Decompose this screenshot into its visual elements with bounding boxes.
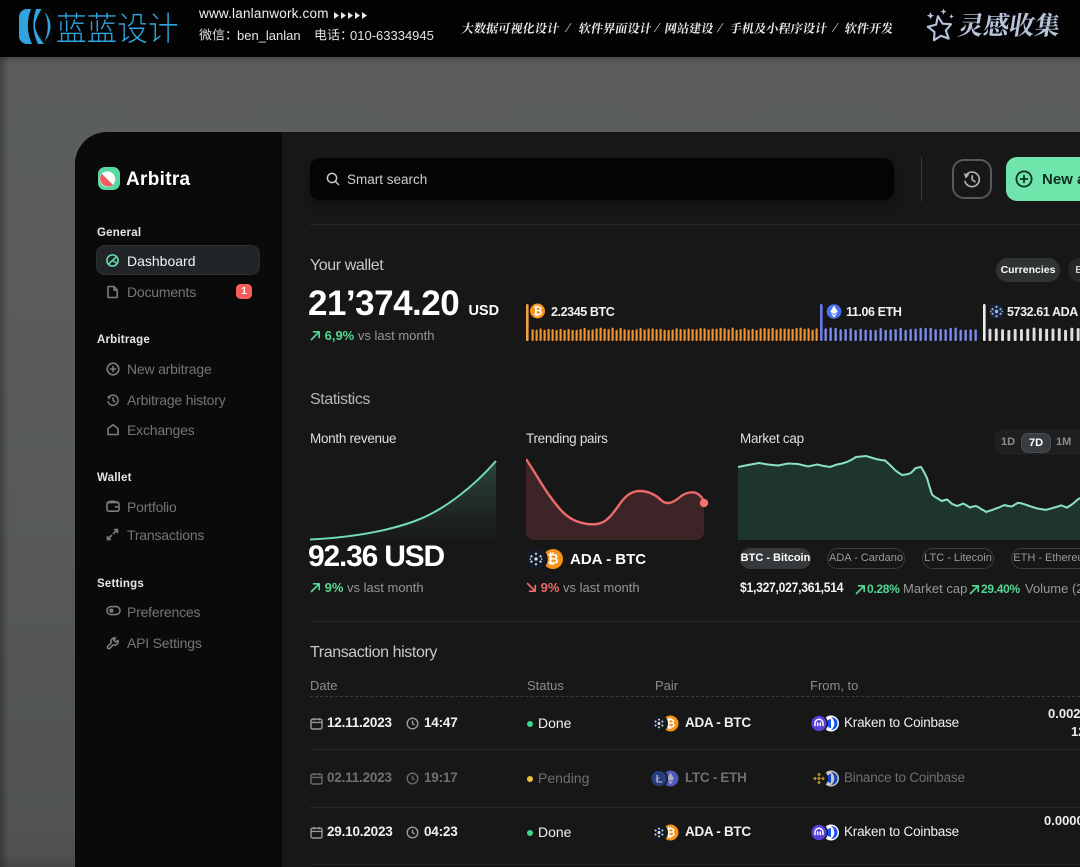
- svg-text:₿: ₿: [533, 306, 542, 318]
- svg-text:₿: ₿: [547, 551, 558, 567]
- svg-text:Ł: Ł: [656, 774, 663, 786]
